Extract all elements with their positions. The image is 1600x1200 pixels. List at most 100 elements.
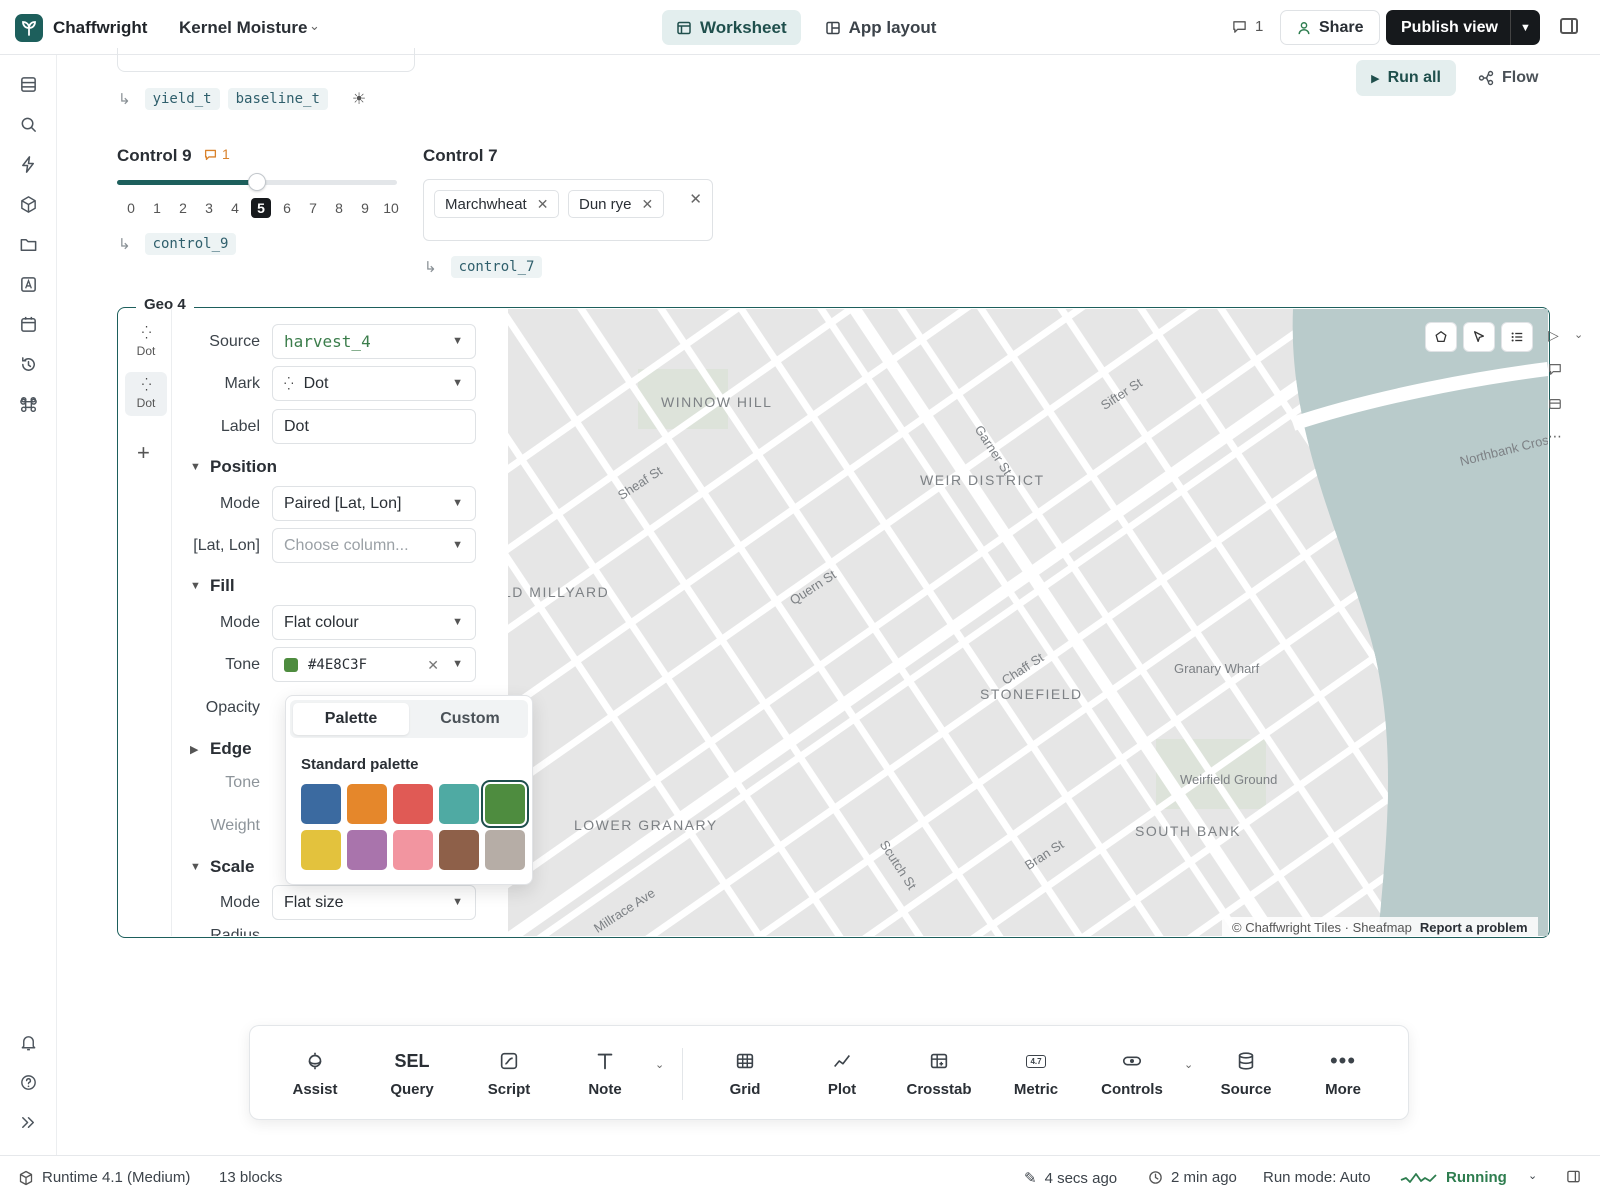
source-select[interactable]: harvest_4 ▼	[272, 324, 476, 359]
control-9-comments[interactable]: 1	[204, 146, 230, 162]
lightning-icon[interactable]	[18, 154, 39, 175]
legend-list-icon[interactable]	[1501, 322, 1533, 352]
more-button[interactable]: ••• More	[1298, 1026, 1388, 1121]
palette-swatch[interactable]	[439, 784, 479, 824]
archive-icon[interactable]	[1548, 397, 1562, 414]
remove-tag-icon[interactable]: ✕	[537, 196, 549, 213]
run-mode[interactable]: Run mode: Auto	[1263, 1169, 1371, 1186]
plot-button[interactable]: Plot	[797, 1026, 887, 1121]
comments-button[interactable]: 1	[1232, 18, 1263, 35]
bell-icon[interactable]	[18, 1032, 39, 1053]
output-variable-chip[interactable]: baseline_t	[227, 88, 328, 110]
position-mode-select[interactable]: Paired [Lat, Lon] ▼	[272, 486, 476, 521]
tab-worksheet[interactable]: Worksheet	[662, 10, 801, 45]
project-name[interactable]: Kernel Moisture	[179, 18, 307, 38]
settings-icon[interactable]: ☀	[352, 89, 366, 109]
chevron-down-icon[interactable]: ⌄	[1184, 1058, 1193, 1071]
panel-layout-icon[interactable]	[1566, 1169, 1581, 1184]
palette-swatch[interactable]	[301, 830, 341, 870]
source-button[interactable]: Source	[1201, 1026, 1291, 1121]
query-button[interactable]: SEL Query	[367, 1026, 457, 1121]
grid-button[interactable]: Grid	[700, 1026, 790, 1121]
tone-color-select[interactable]: #4E8C3F ✕ ▼	[272, 647, 476, 682]
command-icon[interactable]	[18, 394, 39, 415]
crosstab-button[interactable]: Crosstab	[894, 1026, 984, 1121]
slider-tick[interactable]: 2	[170, 198, 196, 218]
publish-view-button[interactable]: Publish view ▼	[1386, 10, 1540, 45]
slider-tick[interactable]: 6	[274, 198, 300, 218]
slider-tick[interactable]: 7	[300, 198, 326, 218]
script-button[interactable]: Script	[464, 1026, 554, 1121]
slider-tick[interactable]: 8	[326, 198, 352, 218]
output-variable-chip[interactable]: control_9	[144, 233, 237, 255]
output-variable-chip[interactable]: yield_t	[144, 88, 220, 110]
chevron-down-icon[interactable]: ⌄	[309, 18, 320, 34]
palette-swatch[interactable]	[485, 830, 525, 870]
slider-tick[interactable]: 5	[251, 198, 271, 218]
slider-tick[interactable]: 0	[118, 198, 144, 218]
scale-section-header[interactable]: ▼ Scale	[190, 857, 254, 877]
chevron-down-icon[interactable]: ▼	[1510, 10, 1540, 45]
add-layer-button[interactable]: +	[137, 440, 150, 466]
slider-tick[interactable]: 3	[196, 198, 222, 218]
position-section-header[interactable]: ▼ Position	[190, 457, 277, 477]
controls-button[interactable]: Controls	[1087, 1026, 1177, 1121]
layer-item-active[interactable]: ⁛ Dot	[125, 372, 167, 416]
pointer-icon[interactable]	[1463, 322, 1495, 352]
palette-swatch[interactable]	[301, 784, 341, 824]
package-icon[interactable]	[18, 194, 39, 215]
slider-tick[interactable]: 10	[378, 198, 404, 218]
metric-button[interactable]: 4.7 Metric	[991, 1026, 1081, 1121]
flow-button[interactable]: Flow	[1478, 60, 1538, 96]
edge-section-header[interactable]: ▶ Edge	[190, 739, 252, 759]
run-all-button[interactable]: ▶ Run all	[1356, 60, 1456, 96]
app-logo[interactable]	[15, 14, 43, 42]
clear-icon[interactable]: ✕	[427, 657, 439, 674]
run-block-icon[interactable]: ▷	[1548, 327, 1559, 344]
search-icon[interactable]	[18, 114, 39, 135]
slider-handle[interactable]	[248, 173, 266, 191]
remove-tag-icon[interactable]: ✕	[642, 196, 654, 213]
scale-mode-select[interactable]: Flat size ▼	[272, 885, 476, 920]
lasso-polygon-icon[interactable]	[1425, 322, 1457, 352]
palette-swatch[interactable]	[485, 784, 525, 824]
note-button[interactable]: Note	[560, 1026, 650, 1121]
layer-item[interactable]: ⁛ Dot	[125, 320, 167, 364]
tab-custom[interactable]: Custom	[412, 700, 528, 738]
fill-section-header[interactable]: ▼ Fill	[190, 576, 235, 596]
side-panel-toggle-icon[interactable]	[1560, 18, 1578, 34]
chevron-down-icon[interactable]: ⌄	[1528, 1169, 1537, 1182]
control-9-slider[interactable]	[117, 173, 397, 191]
palette-swatch[interactable]	[393, 830, 433, 870]
more-options-icon[interactable]: ⋯	[1548, 428, 1562, 445]
palette-swatch[interactable]	[347, 784, 387, 824]
tab-app-layout[interactable]: App layout	[811, 10, 951, 45]
folder-icon[interactable]	[18, 234, 39, 255]
assist-button[interactable]: Assist	[270, 1026, 360, 1121]
chevron-down-icon[interactable]: ⌄	[655, 1058, 664, 1071]
slider-tick[interactable]: 4	[222, 198, 248, 218]
slider-tick[interactable]: 1	[144, 198, 170, 218]
map-view[interactable]: WINNOW HILL WEIR DISTRICT LD MILLYARD ST…	[508, 309, 1548, 936]
palette-swatch[interactable]	[439, 830, 479, 870]
fill-mode-select[interactable]: Flat colour ▼	[272, 605, 476, 640]
history-icon[interactable]	[18, 354, 39, 375]
output-variable-chip[interactable]: control_7	[450, 256, 543, 278]
comment-icon[interactable]	[1548, 362, 1562, 379]
chevron-down-icon[interactable]: ⌄	[1574, 328, 1583, 341]
mark-select[interactable]: ⁛ Dot ▼	[272, 366, 476, 401]
palette-swatch[interactable]	[347, 830, 387, 870]
clear-all-icon[interactable]: ✕	[689, 190, 702, 208]
palette-swatch[interactable]	[393, 784, 433, 824]
variables-icon[interactable]	[18, 274, 39, 295]
kernel-status[interactable]: Running	[1400, 1169, 1507, 1186]
expand-icon[interactable]	[18, 1112, 39, 1133]
slider-tick[interactable]: 9	[352, 198, 378, 218]
runtime-status[interactable]: Runtime 4.1 (Medium)	[18, 1169, 190, 1186]
help-icon[interactable]	[18, 1072, 39, 1093]
blocks-icon[interactable]	[18, 74, 39, 95]
tab-palette[interactable]: Palette	[293, 703, 409, 735]
calendar-icon[interactable]	[18, 314, 39, 335]
control-7-multiselect[interactable]: Marchwheat ✕ Dun rye ✕ ✕	[423, 179, 713, 241]
share-button[interactable]: Share	[1280, 10, 1381, 45]
